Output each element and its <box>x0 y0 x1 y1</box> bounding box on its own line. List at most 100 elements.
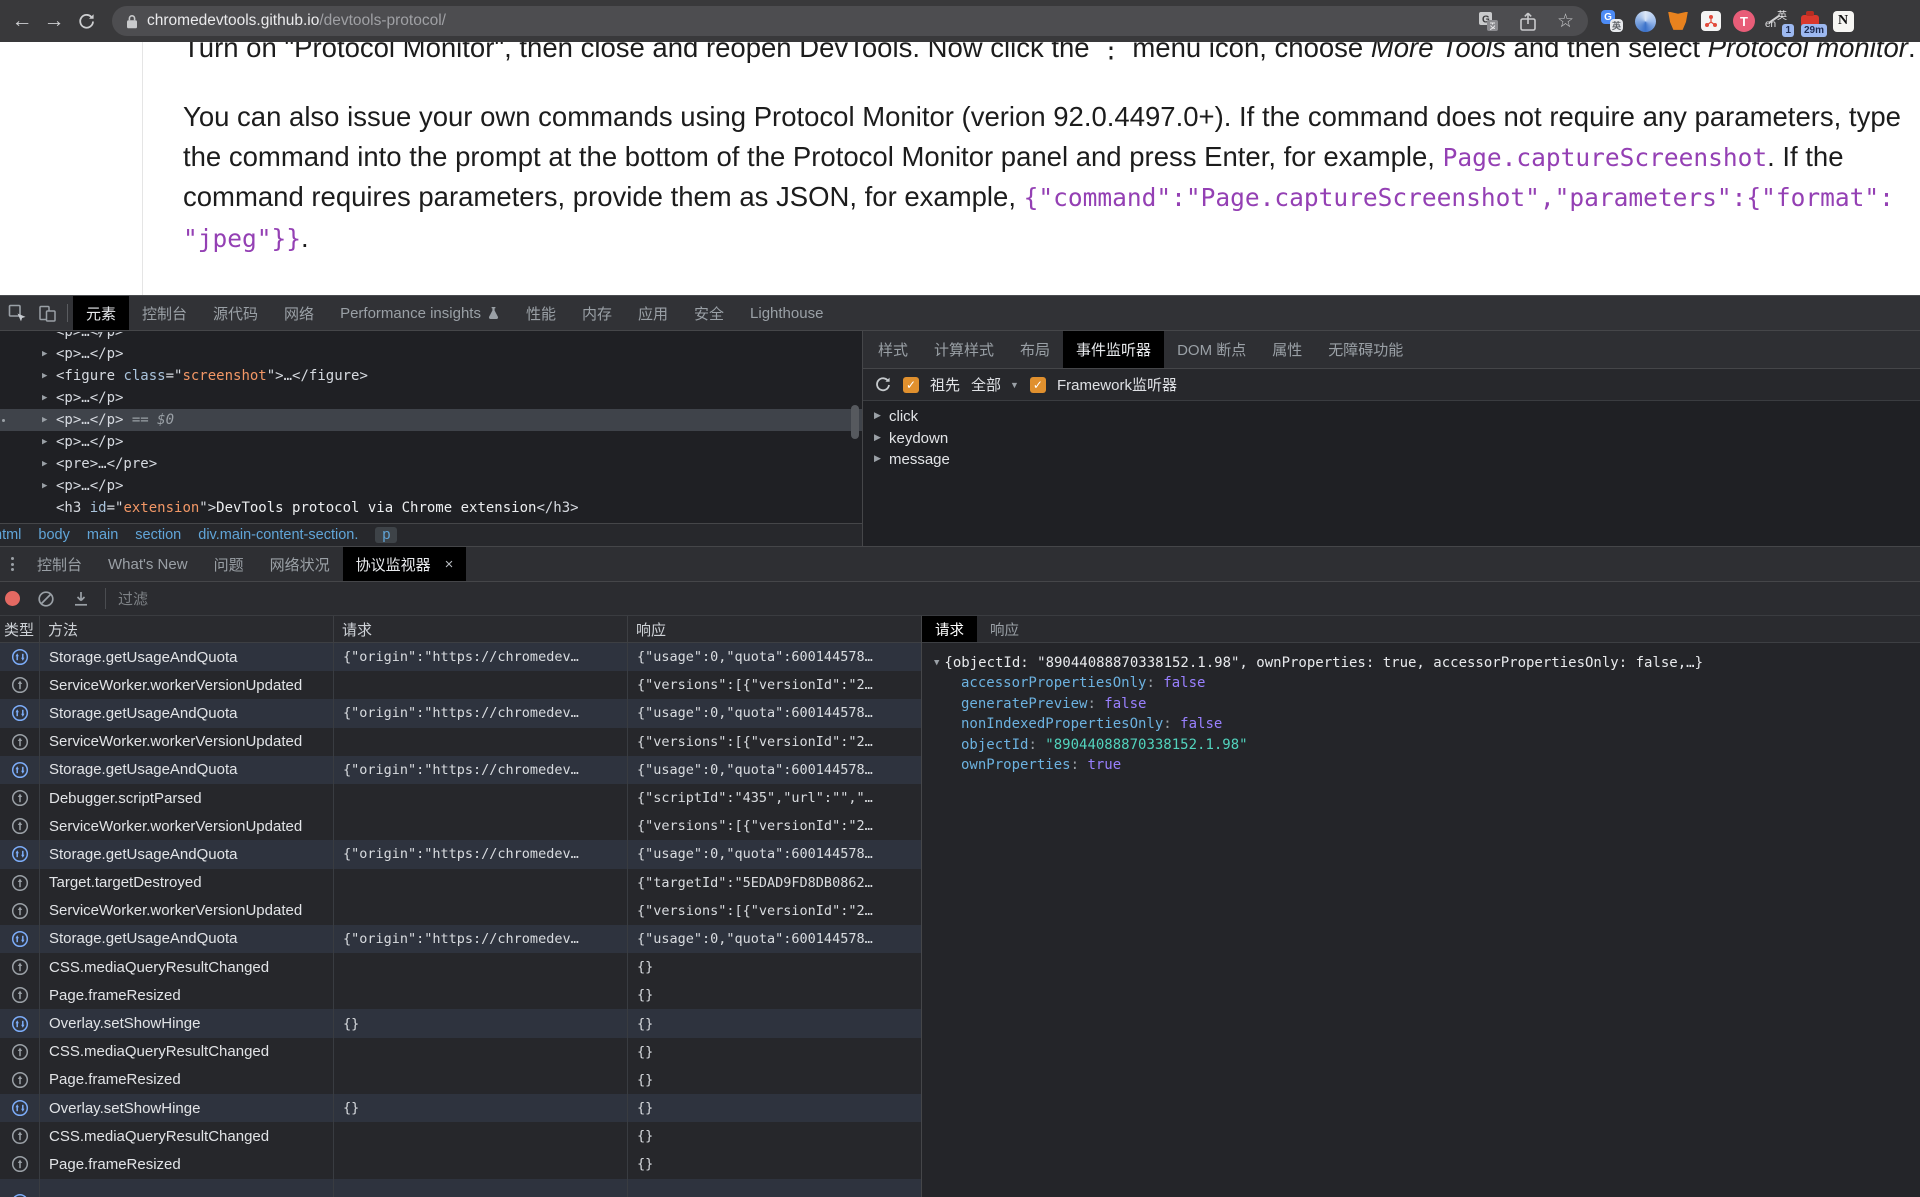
detail-tab[interactable]: 请求 <box>922 616 977 642</box>
grid-column-header[interactable]: 类型 <box>0 616 40 642</box>
share-icon[interactable] <box>1519 11 1537 32</box>
json-property-row[interactable]: objectId: "89044088870338152.1.98" <box>934 735 1920 756</box>
table-row[interactable]: Storage.getUsageAndQuota {"origin":"https… <box>0 924 921 954</box>
json-property-row[interactable]: ownProperties: true <box>934 755 1920 776</box>
sidebar-tab[interactable]: 样式 <box>865 331 921 368</box>
table-row[interactable] <box>0 1178 921 1197</box>
breadcrumb-item[interactable]: div.main-content-section. <box>198 527 358 543</box>
disclosure-triangle-icon[interactable]: ▶ <box>42 453 47 475</box>
breadcrumb-item[interactable]: section <box>135 527 181 543</box>
drawer-menu-icon[interactable] <box>0 547 24 581</box>
clear-icon[interactable] <box>37 590 55 608</box>
url-bar[interactable]: chromedevtools.github.io/devtools-protoc… <box>112 6 1588 36</box>
ext-immersive-translate-icon[interactable]: en 英 1 <box>1765 9 1794 37</box>
table-row[interactable]: Overlay.setShowHinge{}{} <box>0 1094 921 1123</box>
disclosure-triangle-icon[interactable]: ▶ <box>42 343 47 365</box>
main-tab[interactable]: 安全 <box>681 296 737 330</box>
disclosure-triangle-icon[interactable]: ▶ <box>42 387 47 409</box>
json-property-row[interactable]: accessorPropertiesOnly: false <box>934 673 1920 694</box>
breadcrumb-item[interactable]: html <box>0 527 21 543</box>
table-row[interactable]: Target.targetDestroyed {"targetId":"5EDAD… <box>0 868 921 897</box>
main-tab[interactable]: 网络 <box>271 296 327 330</box>
dom-tree-row[interactable]: ▶ <p>…</p> == $0 <box>0 409 862 431</box>
disclosure-triangle-icon[interactable]: ▶ <box>98 332 103 343</box>
sidebar-tab[interactable]: 计算样式 <box>921 331 1007 368</box>
main-tab[interactable]: 源代码 <box>200 296 271 330</box>
filter-input[interactable]: 过滤 <box>118 588 148 609</box>
translate-icon[interactable]: G <box>1478 11 1499 32</box>
scrollbar-thumb[interactable] <box>851 405 859 439</box>
ext-t-icon[interactable]: T <box>1732 9 1756 33</box>
json-property-row[interactable]: generatePreview: false <box>934 694 1920 715</box>
main-tab[interactable]: Lighthouse <box>737 296 836 330</box>
back-icon[interactable]: ← <box>6 5 38 37</box>
main-tab[interactable]: 元素 <box>73 296 130 330</box>
detail-tab[interactable]: 响应 <box>977 616 1032 642</box>
disclosure-triangle-icon[interactable]: ▶ <box>42 409 47 431</box>
dom-tree-row[interactable]: ▶ <p>…</p> <box>0 332 862 343</box>
framework-checkbox[interactable]: ✓ <box>1029 376 1046 393</box>
table-row[interactable]: ServiceWorker.workerVersionUpdated {"vers… <box>0 812 921 841</box>
dom-tree-row[interactable]: ▶ <p>…</p> <box>0 475 862 497</box>
dom-tree-row[interactable]: ▶ <pre>…</pre> <box>0 453 862 475</box>
drawer-tab[interactable]: 协议监视器 × <box>342 547 467 581</box>
refresh-icon[interactable] <box>874 376 892 394</box>
sidebar-tab[interactable]: 布局 <box>1007 331 1063 368</box>
table-row[interactable]: Debugger.scriptParsed {"scriptId":"435","… <box>0 783 921 813</box>
record-toggle[interactable] <box>5 591 20 606</box>
dom-tree-row[interactable]: ▶ <p>…</p> <box>0 431 862 453</box>
table-row[interactable]: CSS.mediaQueryResultChanged {} <box>0 1122 921 1151</box>
inspect-icon[interactable] <box>2 296 32 330</box>
table-row[interactable]: CSS.mediaQueryResultChanged {} <box>0 1037 921 1066</box>
ext-sitemap-icon[interactable] <box>1699 9 1723 33</box>
table-row[interactable]: Page.frameResized {} <box>0 1150 921 1179</box>
breadcrumb-item[interactable]: main <box>87 527 118 543</box>
json-preview-row[interactable]: ▼ {objectId: "89044088870338152.1.98", ow… <box>934 655 1920 671</box>
drawer-tab[interactable]: What's New <box>95 547 201 581</box>
main-tab[interactable]: 内存 <box>569 296 625 330</box>
ext-google-translate-icon[interactable]: G 英 <box>1600 9 1624 33</box>
main-tab[interactable]: 性能 <box>513 296 569 330</box>
dom-tree-row[interactable]: ▶ <p>…</p> <box>0 343 862 365</box>
table-row[interactable]: Storage.getUsageAndQuota {"origin":"https… <box>0 699 921 728</box>
drawer-tab[interactable]: 控制台 <box>24 547 95 581</box>
sidebar-tab[interactable]: 无障碍功能 <box>1315 331 1416 368</box>
ancestors-checkbox[interactable]: ✓ <box>903 376 919 393</box>
event-listener-row[interactable]: ▶ message <box>863 451 1920 473</box>
disclosure-triangle-icon[interactable]: ▶ <box>42 475 47 497</box>
table-row[interactable]: Storage.getUsageAndQuota {"origin":"https… <box>0 840 921 869</box>
event-listener-row[interactable]: ▶ keydown <box>863 430 1920 452</box>
forward-icon[interactable]: → <box>38 5 70 37</box>
device-toolbar-icon[interactable] <box>32 296 62 330</box>
bookmark-star-icon[interactable]: ☆ <box>1557 10 1574 33</box>
main-tab[interactable]: 控制台 <box>129 296 200 330</box>
close-icon[interactable]: × <box>445 556 454 573</box>
disclosure-triangle-icon[interactable]: ▶ <box>42 431 47 453</box>
table-row[interactable]: Overlay.setShowHinge{}{} <box>0 1009 921 1038</box>
grid-column-header[interactable]: 方法 <box>40 616 334 642</box>
ext-notion-icon[interactable]: N <box>1831 9 1855 33</box>
table-row[interactable]: ServiceWorker.workerVersionUpdated {"vers… <box>0 671 921 700</box>
ext-moneybag-icon[interactable]: 29m <box>1798 9 1827 37</box>
grid-column-header[interactable]: 响应 <box>628 616 921 642</box>
drawer-tab[interactable]: 问题 <box>201 547 257 581</box>
disclosure-triangle-icon[interactable]: ▶ <box>874 410 881 421</box>
drawer-tab[interactable]: 网络状况 <box>257 547 343 581</box>
sidebar-tab[interactable]: 属性 <box>1259 331 1315 368</box>
table-row[interactable]: Page.frameResized {} <box>0 1065 921 1094</box>
disclosure-triangle-icon[interactable]: ▶ <box>874 453 881 464</box>
disclosure-triangle-icon[interactable]: ▶ <box>42 365 47 387</box>
reload-icon[interactable] <box>70 5 102 37</box>
table-row[interactable]: Storage.getUsageAndQuota {"origin":"https… <box>0 755 921 784</box>
listener-filter-dropdown[interactable]: 全部 ▼ <box>971 374 1019 395</box>
sidebar-tab[interactable]: DOM 断点 <box>1164 331 1259 368</box>
breadcrumb-item[interactable]: p <box>375 527 398 543</box>
event-listener-row[interactable]: ▶ click <box>863 408 1920 430</box>
main-tab[interactable]: Performance insights <box>327 296 513 330</box>
ext-swirl-icon[interactable] <box>1633 9 1657 33</box>
dom-tree-row[interactable]: ▶ <p>…</p> <box>0 387 862 409</box>
grid-column-header[interactable]: 请求 <box>334 616 628 642</box>
main-tab[interactable]: 应用 <box>625 296 681 330</box>
table-row[interactable]: ServiceWorker.workerVersionUpdated {"vers… <box>0 727 921 756</box>
disclosure-triangle-icon[interactable]: ▶ <box>874 432 881 443</box>
